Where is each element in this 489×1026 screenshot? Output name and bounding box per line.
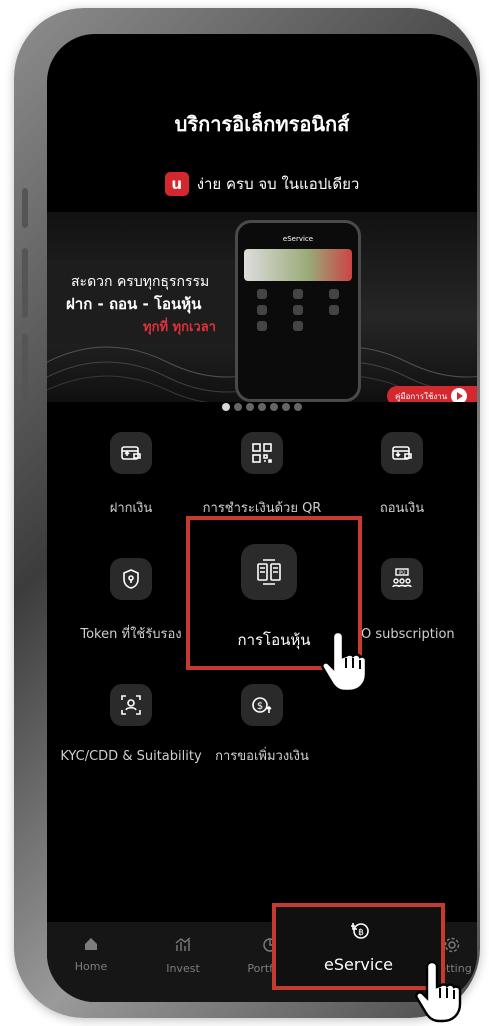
page-title: บริการอิเล็กทรอนิกส์ (174, 112, 350, 136)
carousel-dot[interactable] (234, 403, 242, 411)
carousel-dot[interactable] (258, 403, 266, 411)
pointer-hand-icon (321, 630, 368, 693)
app-screen: บริการอิเล็กทรอนิกส์ u ง่าย ครบ จบ ในแอปเ… (47, 34, 477, 1002)
svg-text:฿: ฿ (358, 928, 364, 938)
pointer-hand-icon (415, 960, 462, 1023)
promo-line: u ง่าย ครบ จบ ในแอปเดียว (47, 172, 477, 196)
carousel-dot[interactable] (222, 403, 230, 411)
banner-line-2: ฝาก - ถอน - โอนหุ้น (66, 295, 202, 313)
wallet-deposit-icon (110, 432, 152, 474)
nav-home[interactable]: Home (56, 936, 126, 973)
mockup-icon (257, 289, 267, 299)
svg-text:IPO: IPO (399, 570, 406, 575)
mockup-card (244, 249, 352, 281)
service-label: KYC/CDD & Suitability (60, 749, 202, 764)
mockup-icon-grid (244, 289, 352, 331)
shield-lock-icon (110, 558, 152, 600)
service-label: การขอเพิ่มวงเงิน (215, 749, 309, 764)
service-qr-payment[interactable]: การชำระเงินด้วย QR (187, 432, 337, 518)
nav-label: Invest (166, 962, 200, 975)
carousel-pagination (47, 396, 477, 415)
svg-text:$: $ (257, 701, 263, 712)
home-icon (85, 938, 97, 950)
mockup-icon (293, 289, 303, 299)
service-label: Token ที่ใช้รับรอง (80, 627, 182, 642)
phone-side-button (22, 248, 28, 318)
promo-text: ง่าย ครบ จบ ในแอปเดียว (196, 175, 360, 193)
nav-invest[interactable]: Invest (148, 936, 218, 975)
service-withdraw[interactable]: ถอนเงิน (327, 432, 477, 518)
invest-chart-icon (175, 937, 191, 951)
nav-label: Home (74, 960, 108, 973)
mockup-icon (329, 305, 339, 315)
promo-banner[interactable]: สะดวก ครบทุกธุรกรรม ฝาก - ถอน - โอนหุ้น … (47, 212, 477, 402)
phone-side-button (22, 333, 28, 403)
service-deposit[interactable]: ฝากเงิน (56, 432, 206, 518)
banner-line-1: สะดวก ครบทุกธุรกรรม (71, 274, 210, 290)
mockup-icon (257, 321, 267, 331)
kyc-face-icon (110, 684, 152, 726)
eservice-icon: ฿ (351, 923, 369, 939)
service-credit-increase[interactable]: $ การขอเพิ่มวงเงิน (187, 684, 337, 766)
carousel-dot[interactable] (270, 403, 278, 411)
mockup-icon (293, 305, 303, 315)
ipo-icon: IPO (381, 558, 423, 600)
mockup-icon (329, 289, 339, 299)
mockup-title: eService (282, 235, 314, 243)
wallet-withdraw-icon (381, 432, 423, 474)
service-kyc[interactable]: KYC/CDD & Suitability (56, 684, 206, 766)
carousel-dot[interactable] (294, 403, 302, 411)
banner-phone-mockup: eService (235, 220, 361, 402)
setting-icon (444, 937, 460, 953)
carousel-dot[interactable] (282, 403, 290, 411)
qr-code-icon (241, 432, 283, 474)
service-token[interactable]: Token ที่ใช้รับรอง (56, 558, 206, 644)
carousel-dot[interactable] (246, 403, 254, 411)
mockup-icon (293, 321, 303, 331)
app-logo: u (164, 172, 189, 196)
mockup-icon (257, 305, 267, 315)
credit-increase-icon: $ (241, 684, 283, 726)
phone-side-button (22, 188, 28, 228)
service-label: ฝากเงิน (109, 501, 153, 516)
phone-frame: บริการอิเล็กทรอนิกส์ u ง่าย ครบ จบ ในแอปเ… (14, 8, 480, 1018)
stock-transfer-icon (241, 544, 297, 600)
